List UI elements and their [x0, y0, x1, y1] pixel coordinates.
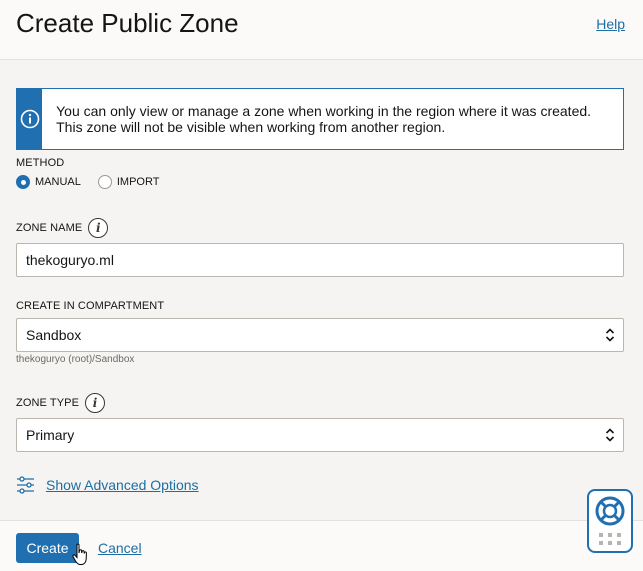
panel-header: Create Public Zone Help: [0, 0, 643, 60]
radio-manual-indicator[interactable]: [16, 175, 30, 189]
zone-type-select-value: Primary: [26, 427, 75, 443]
zone-type-select[interactable]: Primary: [16, 418, 624, 452]
method-label: METHOD: [16, 157, 65, 169]
compartment-select-value: Sandbox: [26, 327, 82, 343]
advanced-options-toggle[interactable]: Show Advanced Options: [16, 476, 199, 494]
info-icon: [20, 109, 39, 129]
radio-import-indicator[interactable]: [97, 175, 112, 189]
info-message: You can only view or manage a zone when …: [56, 103, 592, 135]
advanced-options-link[interactable]: Show Advanced Options: [46, 477, 199, 493]
zone-name-input[interactable]: thekoguryo.ml: [16, 243, 624, 277]
radio-manual-label: MANUAL: [35, 176, 81, 188]
page-title: Create Public Zone: [16, 8, 239, 38]
zone-name-info-icon[interactable]: i: [88, 218, 109, 238]
compartment-select[interactable]: Sandbox: [16, 318, 624, 352]
panel-footer: Create Cancel: [0, 520, 643, 571]
zone-type-info-icon[interactable]: i: [85, 393, 106, 413]
radio-import[interactable]: IMPORT: [97, 175, 160, 189]
zone-name-label-row: ZONE NAME i: [16, 218, 109, 238]
method-radio-group: MANUAL IMPORT: [16, 175, 176, 189]
compartment-label: CREATE IN COMPARTMENT: [16, 300, 165, 312]
radio-import-label: IMPORT: [116, 176, 160, 188]
lifebuoy-icon: [595, 496, 625, 545]
zone-type-label: ZONE TYPE: [16, 397, 80, 409]
help-link[interactable]: Help: [596, 16, 625, 32]
info-banner: You can only view or manage a zone when …: [16, 88, 624, 150]
zone-type-label-row: ZONE TYPE i: [16, 393, 106, 413]
cancel-link[interactable]: Cancel: [98, 540, 142, 556]
select-arrows-icon: [605, 328, 615, 342]
sliders-icon: [17, 476, 34, 494]
zone-name-label: ZONE NAME: [16, 222, 83, 234]
hand-cursor-icon: [72, 543, 87, 565]
help-widget[interactable]: [587, 489, 633, 553]
select-arrows-icon: [605, 428, 615, 442]
create-button[interactable]: Create: [16, 533, 79, 563]
compartment-path-hint: thekoguryo (root)/Sandbox: [16, 354, 135, 365]
info-banner-strip: [17, 89, 43, 149]
radio-manual[interactable]: MANUAL: [16, 175, 81, 189]
